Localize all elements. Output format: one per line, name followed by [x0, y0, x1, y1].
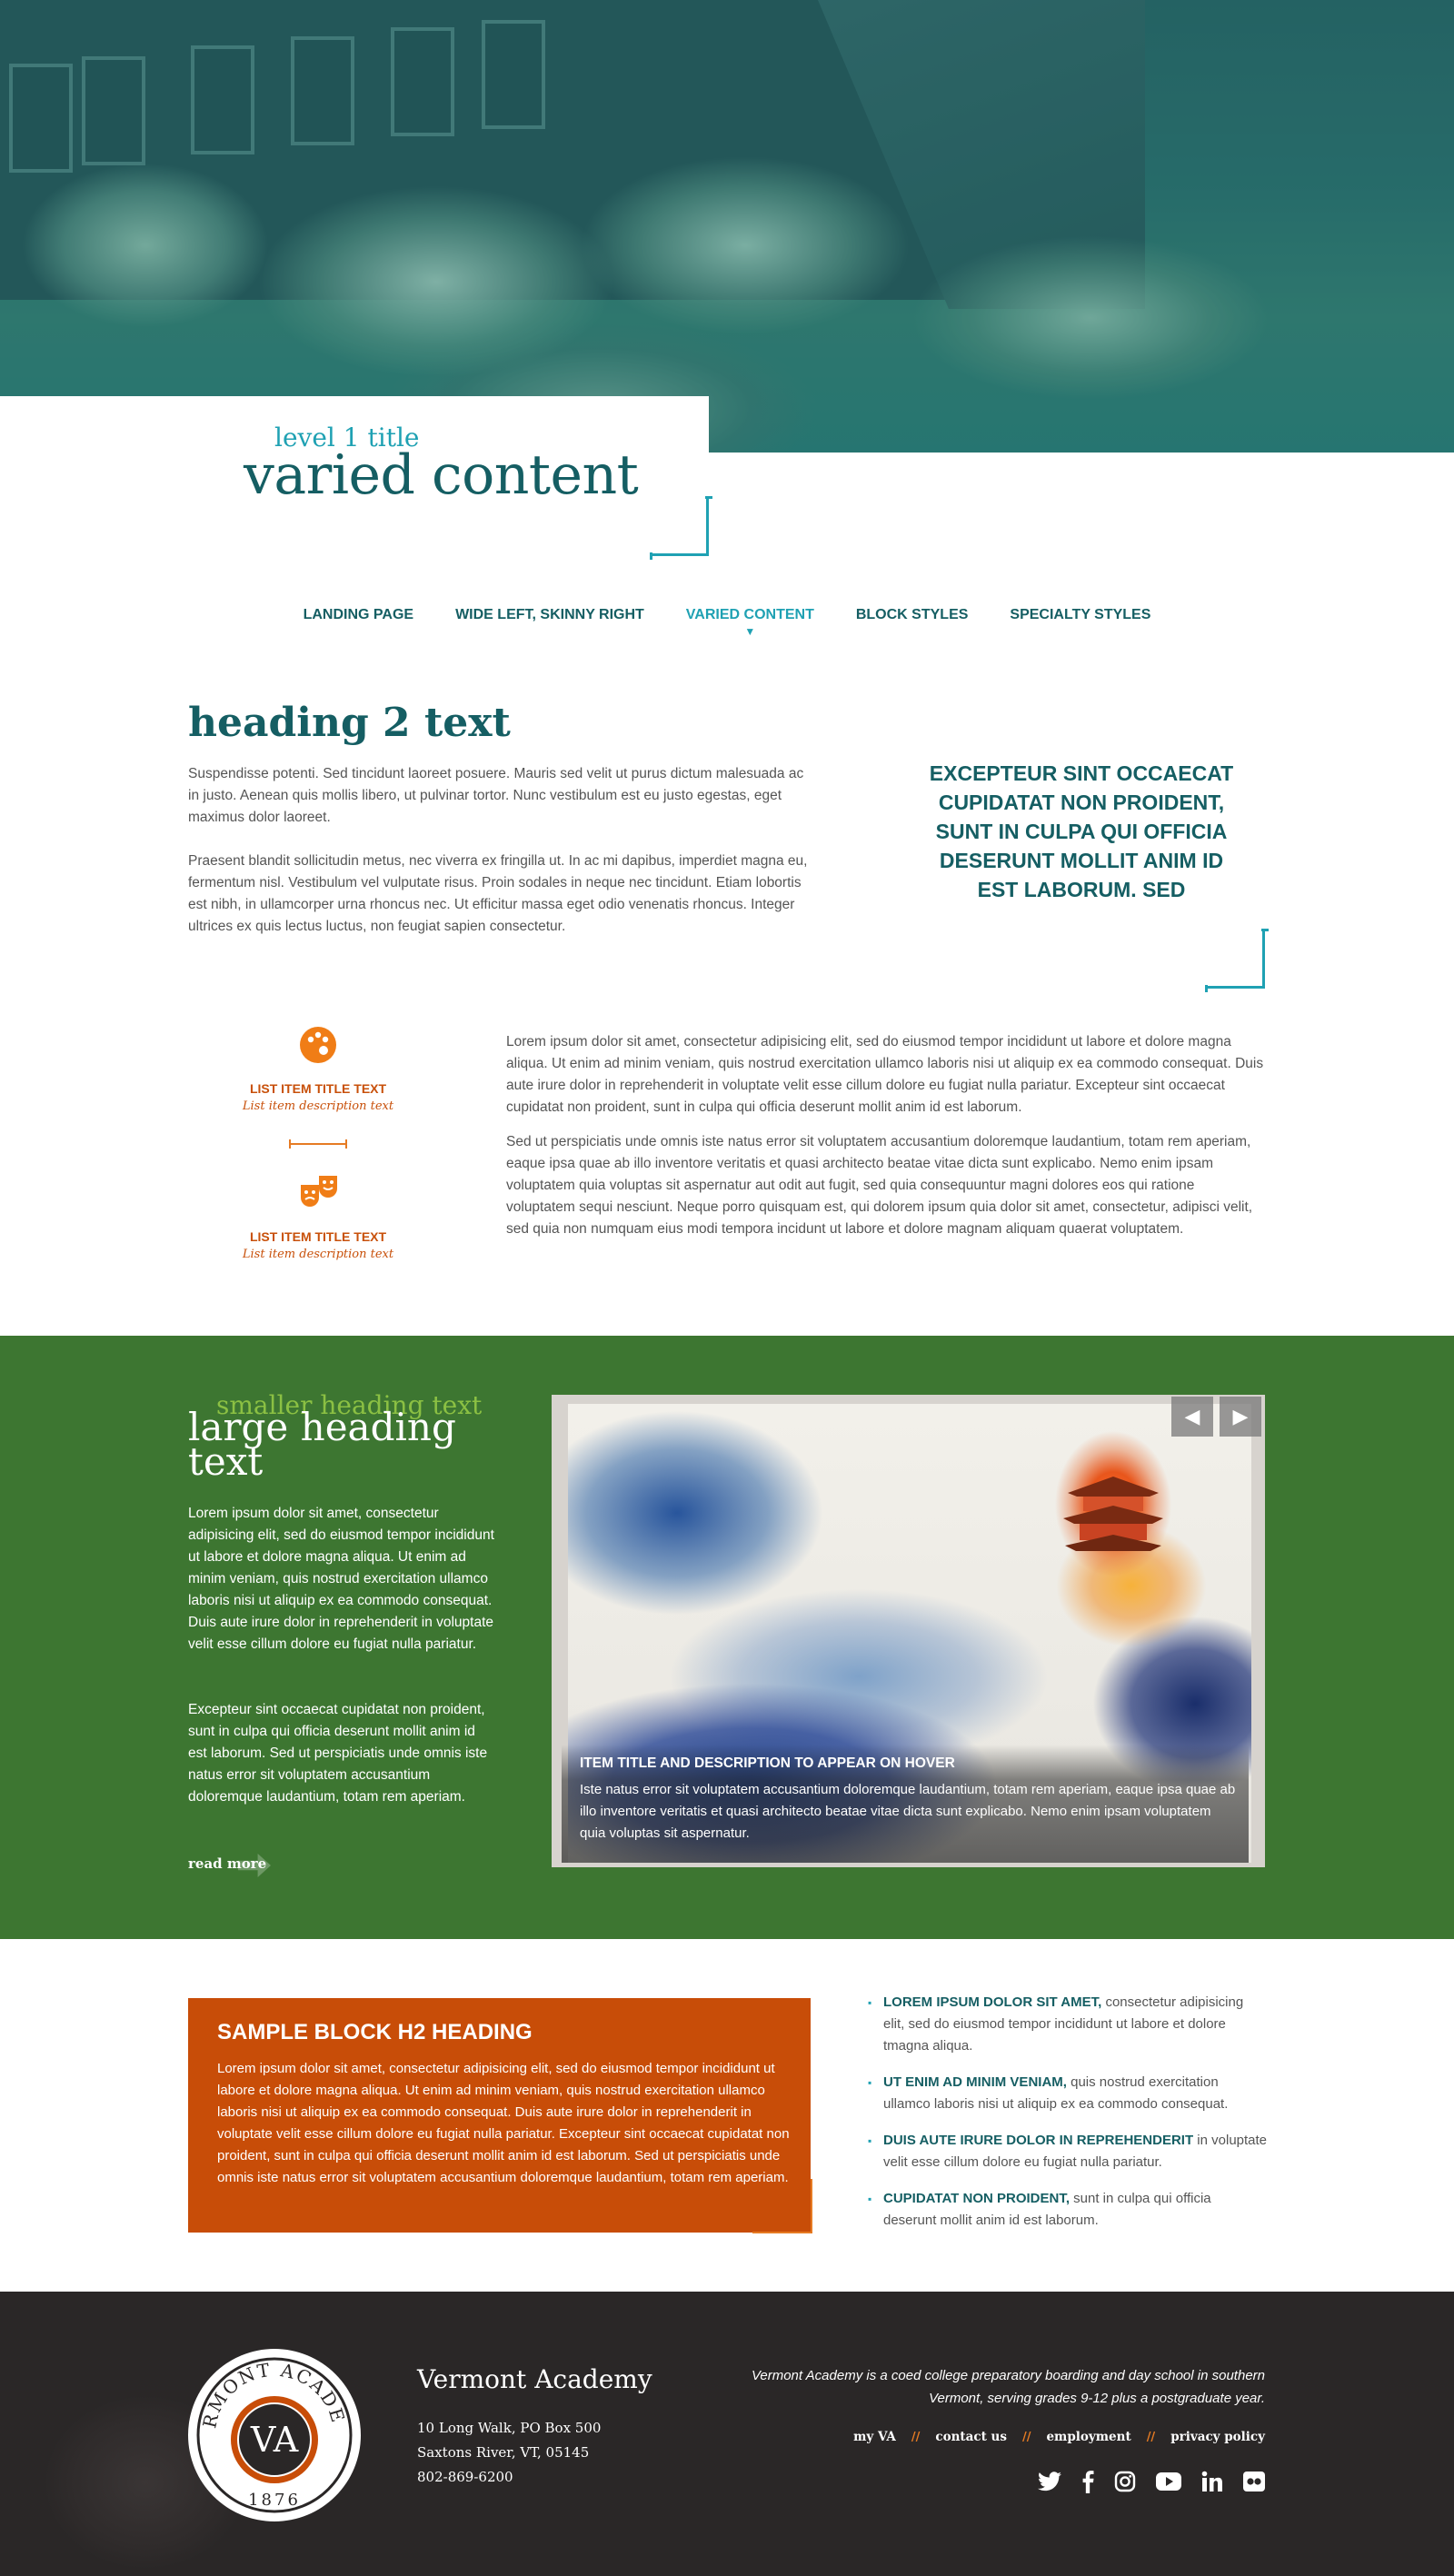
- seal-graphic: VERMONT ACADEMY VA 1876: [178, 2332, 356, 2517]
- link-separator: //: [911, 2430, 921, 2444]
- title-bracket: [650, 496, 712, 560]
- slider-prev-button[interactable]: ◀: [1171, 1397, 1213, 1437]
- footer-link-employment[interactable]: employment: [1046, 2430, 1130, 2444]
- heading-2: heading 2 text: [188, 700, 511, 746]
- footer-address-line-1: 10 Long Walk, PO Box 500: [417, 2420, 602, 2436]
- footer-address-line-2: Saxtons River, VT, 05145: [417, 2444, 590, 2461]
- block-bracket: [752, 2179, 812, 2233]
- read-more-link[interactable]: read more: [188, 1855, 266, 1872]
- pagoda-illustration: [1063, 1477, 1163, 1551]
- caret-down-icon: ▼: [744, 625, 756, 638]
- list-divider: [289, 1139, 347, 1149]
- linkedin-icon[interactable]: [1201, 2471, 1223, 2498]
- section-nav: LANDING PAGE WIDE LEFT, SKINNY RIGHT VAR…: [0, 607, 1454, 638]
- footer-school-name: Vermont Academy: [417, 2364, 652, 2394]
- nav-specialty-styles[interactable]: SPECIALTY STYLES: [1010, 607, 1150, 623]
- theater-masks-icon: [293, 1174, 347, 1220]
- bullet-list: LOREM IPSUM DOLOR SIT AMET, consectetur …: [868, 1992, 1268, 2246]
- list-item: CUPIDATAT NON PROIDENT, sunt in culpa qu…: [868, 2188, 1268, 2232]
- pull-quote: EXCEPTEUR SINT OCCAECAT CUPIDATAT NON PR…: [929, 761, 1234, 901]
- slide-description: Iste natus error sit voluptatem accusant…: [580, 1782, 1236, 1841]
- flickr-icon[interactable]: [1243, 2472, 1265, 2497]
- list-item-description: List item description text: [242, 1248, 394, 1261]
- link-separator: //: [1021, 2430, 1031, 2444]
- page-title: varied content: [244, 443, 639, 507]
- list-item-title: LIST ITEM TITLE TEXT: [249, 1081, 387, 1096]
- link-separator: //: [1146, 2430, 1156, 2444]
- palette-icon: [291, 1025, 345, 1073]
- nav-varied-content[interactable]: VARIED CONTENT ▼: [685, 607, 814, 638]
- social-links: [1038, 2470, 1265, 2499]
- footer-link-my-va[interactable]: my VA: [853, 2430, 896, 2444]
- instagram-icon[interactable]: [1114, 2471, 1136, 2498]
- hero-tint: [0, 0, 1454, 453]
- bullet-lead: UT ENIM AD MINIM VENIAM,: [883, 2074, 1067, 2090]
- pull-quote-bracket: [1205, 929, 1269, 992]
- school-seal-logo[interactable]: VERMONT ACADEMY VA 1876: [178, 2332, 361, 2521]
- slide-title: ITEM TITLE AND DESCRIPTION TO APPEAR ON …: [580, 1755, 955, 1771]
- facebook-icon[interactable]: [1081, 2470, 1094, 2499]
- seal-year: 1876: [248, 2491, 301, 2510]
- block-heading: SAMPLE BLOCK H2 HEADING: [217, 2020, 533, 2044]
- list-item-title: LIST ITEM TITLE TEXT: [249, 1229, 387, 1244]
- nav-varied-content-label: VARIED CONTENT: [685, 607, 814, 622]
- bullet-lead: CUPIDATAT NON PROIDENT,: [883, 2191, 1070, 2206]
- footer-links: my VA // contact us // employment // pri…: [853, 2430, 1265, 2444]
- slider-next-button[interactable]: ▶: [1220, 1397, 1261, 1437]
- list-item: DUIS AUTE IRURE DOLOR IN REPREHENDERIT i…: [868, 2130, 1268, 2173]
- footer-link-contact-us[interactable]: contact us: [935, 2430, 1007, 2444]
- intro-paragraph-1: Suspendisse potenti. Sed tincidunt laore…: [188, 766, 804, 825]
- nav-block-styles[interactable]: BLOCK STYLES: [856, 607, 969, 623]
- large-heading: large heading text: [188, 1405, 456, 1484]
- list-item-description: List item description text: [242, 1099, 394, 1113]
- footer-tagline: Vermont Academy is a coed college prepar…: [751, 2368, 1265, 2406]
- list-item: LOREM IPSUM DOLOR SIT AMET, consectetur …: [868, 1992, 1268, 2057]
- hero-image: [0, 0, 1454, 453]
- sample-block: SAMPLE BLOCK H2 HEADING Lorem ipsum dolo…: [188, 1998, 811, 2233]
- feature-paragraph-1: Lorem ipsum dolor sit amet, consectetur …: [188, 1506, 494, 1652]
- twitter-icon[interactable]: [1038, 2472, 1061, 2497]
- footer-phone[interactable]: 802-869-6200: [417, 2469, 653, 2485]
- seal-monogram: VA: [250, 2420, 299, 2460]
- feature-paragraph-2: Excepteur sint occaecat cupidatat non pr…: [188, 1702, 488, 1805]
- youtube-icon[interactable]: [1156, 2472, 1181, 2496]
- nav-wide-left-skinny-right[interactable]: WIDE LEFT, SKINNY RIGHT: [455, 607, 644, 623]
- bullet-lead: DUIS AUTE IRURE DOLOR IN REPREHENDERIT: [883, 2133, 1194, 2148]
- list-item: UT ENIM AD MINIM VENIAM, quis nostrud ex…: [868, 2072, 1268, 2115]
- footer-link-privacy-policy[interactable]: privacy policy: [1170, 2430, 1265, 2444]
- block-text: Lorem ipsum dolor sit amet, consectetur …: [217, 2061, 790, 2185]
- nav-landing-page[interactable]: LANDING PAGE: [304, 607, 413, 623]
- bullet-lead: LOREM IPSUM DOLOR SIT AMET,: [883, 1994, 1102, 2010]
- body-paragraph-2: Sed ut perspiciatis unde omnis iste natu…: [506, 1134, 1253, 1237]
- intro-paragraph-2: Praesent blandit sollicitudin metus, nec…: [188, 853, 808, 934]
- body-paragraph-1: Lorem ipsum dolor sit amet, consectetur …: [506, 1034, 1264, 1115]
